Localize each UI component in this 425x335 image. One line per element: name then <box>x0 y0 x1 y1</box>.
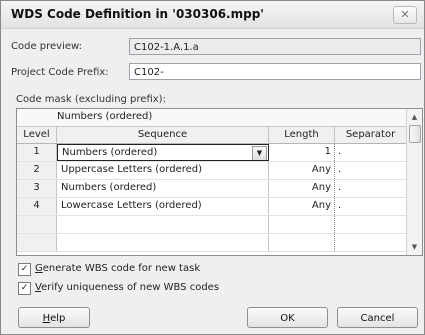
code-mask-label: Code mask (excluding prefix): <box>16 94 166 105</box>
column-header-sequence: Sequence <box>57 127 269 143</box>
sequence-value: Numbers (ordered) <box>62 147 158 158</box>
wbs-code-definition-dialog: WDS Code Definition in '030306.mpp' ✕ Co… <box>0 0 425 335</box>
chevron-down-icon[interactable]: ▼ <box>252 146 267 160</box>
dialog-title: WDS Code Definition in '030306.mpp' <box>11 7 264 21</box>
separator-cell[interactable]: . <box>335 180 406 197</box>
length-cell[interactable] <box>269 216 335 233</box>
level-cell: 3 <box>17 180 57 197</box>
level-cell: 2 <box>17 162 57 179</box>
table-row[interactable]: 3 Numbers (ordered) Any . <box>17 180 406 198</box>
level-cell <box>17 216 57 233</box>
help-button[interactable]: Help <box>18 307 90 328</box>
table-row[interactable]: 4 Lowercase Letters (ordered) Any . <box>17 198 406 216</box>
table-row[interactable] <box>17 234 406 252</box>
verify-uniqueness-checkbox[interactable]: ✓ <box>18 282 31 295</box>
verify-uniqueness-label: Verify uniqueness of new WBS codes <box>35 282 220 293</box>
separator-cell[interactable]: . <box>335 162 406 179</box>
length-cell[interactable]: 1 <box>269 144 335 161</box>
code-mask-edit-row[interactable]: Numbers (ordered) <box>17 109 406 127</box>
table-row[interactable]: 1 Numbers (ordered) ▼ 1 . <box>17 144 406 162</box>
code-mask-edit-value: Numbers (ordered) <box>57 111 153 122</box>
level-cell <box>17 234 57 251</box>
sequence-cell[interactable]: Numbers (ordered) <box>57 180 269 197</box>
separator-cell[interactable]: . <box>335 198 406 215</box>
sequence-cell[interactable]: Lowercase Letters (ordered) <box>57 198 269 215</box>
column-header-separator: Separator <box>345 129 396 140</box>
scroll-up-icon[interactable]: ▲ <box>407 110 422 124</box>
column-header-length: Length <box>269 127 335 143</box>
ok-button[interactable]: OK <box>247 307 328 328</box>
code-mask-grid: Numbers (ordered) Level Sequence Length … <box>16 108 423 256</box>
level-cell: 4 <box>17 198 57 215</box>
code-preview-label: Code preview: <box>11 41 83 52</box>
title-bar: WDS Code Definition in '030306.mpp' ✕ <box>1 1 424 29</box>
length-cell[interactable]: Any <box>269 198 335 215</box>
length-cell[interactable]: Any <box>269 180 335 197</box>
sequence-cell[interactable]: Uppercase Letters (ordered) <box>57 162 269 179</box>
sequence-cell[interactable]: Numbers (ordered) ▼ <box>57 144 269 161</box>
project-code-prefix-label: Project Code Prefix: <box>11 67 109 78</box>
length-cell[interactable] <box>269 234 335 251</box>
sequence-cell[interactable] <box>57 234 269 251</box>
table-row[interactable] <box>17 216 406 234</box>
sequence-cell[interactable] <box>57 216 269 233</box>
close-icon[interactable]: ✕ <box>393 6 417 24</box>
code-preview-field: C102-1.A.1.a <box>129 38 421 55</box>
column-header-level: Level <box>17 127 57 143</box>
generate-wbs-label: Generate WBS code for new task <box>35 263 201 274</box>
separator-cell[interactable]: . <box>335 144 406 161</box>
cancel-button[interactable]: Cancel <box>337 307 418 328</box>
table-row[interactable]: 2 Uppercase Letters (ordered) Any . <box>17 162 406 180</box>
project-code-prefix-input[interactable]: C102- <box>129 63 421 80</box>
separator-cell[interactable] <box>335 234 406 251</box>
grid-header: Level Sequence Length Separator <box>17 127 406 144</box>
level-cell: 1 <box>17 144 57 161</box>
generate-wbs-checkbox[interactable]: ✓ <box>18 263 31 276</box>
scroll-thumb[interactable] <box>409 125 421 143</box>
separator-cell[interactable] <box>335 216 406 233</box>
grid-body: 1 Numbers (ordered) ▼ 1 . 2 Uppercase Le… <box>17 144 406 255</box>
vertical-scrollbar[interactable]: ▲ ▼ <box>406 109 422 255</box>
length-cell[interactable]: Any <box>269 162 335 179</box>
scroll-down-icon[interactable]: ▼ <box>407 240 422 254</box>
